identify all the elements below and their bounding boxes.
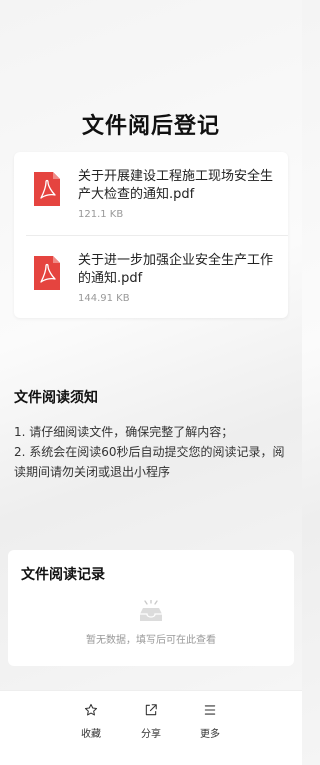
file-size: 121.1 KB [78, 209, 124, 220]
share-button[interactable]: 分享 [131, 703, 171, 743]
star-icon [84, 703, 98, 716]
notice-line: 1. 请仔细阅读文件，确保完整了解内容； [14, 425, 234, 439]
bottom-bar: 收藏 分享 更多 [0, 690, 302, 765]
file-size: 144.91 KB [78, 293, 130, 304]
pdf-icon [34, 172, 60, 206]
share-label: 分享 [141, 729, 161, 740]
empty-text: 暂无数据，填写后可在此查看 [86, 635, 216, 646]
file-item[interactable]: 关于进一步加强企业安全生产工作的通知.pdf 144.91 KB [14, 236, 288, 318]
file-list: 关于开展建设工程施工现场安全生产大检查的通知.pdf 121.1 KB 关于进一… [14, 152, 288, 318]
page-title: 文件阅后登记 [81, 114, 220, 139]
menu-icon [204, 705, 216, 715]
file-item[interactable]: 关于开展建设工程施工现场安全生产大检查的通知.pdf 121.1 KB [14, 152, 288, 234]
notice-line: 2. 系统会在阅读60秒后自动提交您的阅读记录，阅读期间请勿关闭或退出小程序 [14, 445, 285, 479]
inbox-icon [140, 600, 162, 621]
share-icon [145, 704, 157, 716]
favorite-label: 收藏 [81, 729, 101, 740]
file-name: 关于进一步加强企业安全生产工作的通知.pdf [78, 253, 274, 286]
more-label: 更多 [200, 729, 220, 740]
reading-record-card: 文件阅读记录 暂无数据，填写后可在此查看 [8, 550, 294, 666]
more-button[interactable]: 更多 [190, 703, 230, 743]
notice-title: 文件阅读须知 [14, 390, 98, 406]
file-name: 关于开展建设工程施工现场安全生产大检查的通知.pdf [78, 169, 274, 202]
pdf-icon [34, 256, 60, 290]
record-title: 文件阅读记录 [21, 567, 105, 583]
favorite-button[interactable]: 收藏 [71, 703, 111, 743]
